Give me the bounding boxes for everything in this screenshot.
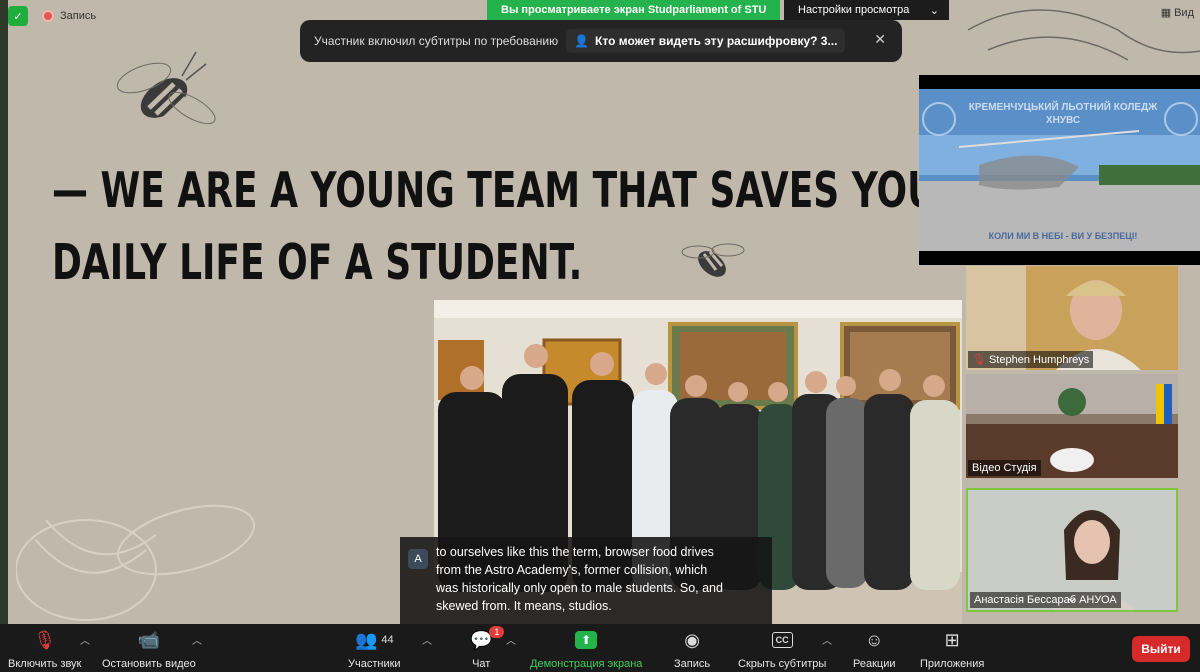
- unmute-label: Включить звук: [8, 658, 82, 670]
- reactions-button[interactable]: ☺ Реакции: [853, 628, 896, 671]
- hide-captions-label: Скрыть субтитры: [738, 658, 827, 670]
- live-subtitles-box: A to ourselves like this the term, brows…: [400, 537, 772, 625]
- participants-button[interactable]: 👥 44 Участники: [348, 628, 401, 671]
- bee-drawing-top-left: [116, 51, 216, 125]
- participant-name: Анастасія Бессараб АНУОА: [974, 594, 1117, 606]
- record-label: Запись: [674, 658, 711, 670]
- share-screen-icon: ⬆: [575, 628, 598, 652]
- chevron-up-icon[interactable]: ︿: [192, 632, 202, 647]
- slide-headline-line-2: DAILY LIFE OF A STUDENT.: [52, 236, 583, 292]
- subtitle-line: was historically only open to male stude…: [436, 581, 723, 595]
- participants-label: Участники: [348, 658, 401, 670]
- smiley-add-icon: ☺: [865, 629, 884, 650]
- participant-name: Stephen Humphreys: [988, 353, 1090, 366]
- apps-label: Приложения: [920, 658, 985, 670]
- captions-notification-toast: Участник включил субтитры по требованию …: [300, 20, 902, 62]
- share-screen-label: Демонстрация экрана: [530, 658, 643, 670]
- subtitle-line: from the Astro Academy's, former collisi…: [436, 563, 708, 577]
- share-screen-button[interactable]: ⬆ Демонстрация экрана: [530, 628, 642, 670]
- chat-unread-badge: 1: [489, 626, 505, 638]
- chevron-down-icon: ⌄: [929, 4, 939, 17]
- grid-view-icon: ▦: [1160, 7, 1172, 19]
- view-button-label: Вид: [1174, 6, 1194, 19]
- subtitle-line: skewed from. It means, studios.: [436, 599, 612, 613]
- participant-tile-active[interactable]: Анастасія Бессараб АНУОА ⌄: [966, 488, 1178, 612]
- bee-drawing-center: [681, 243, 745, 277]
- transcript-visibility-label: Кто может видеть эту расшифровку? 3...: [595, 34, 838, 48]
- college-banner-text: КРЕМЕНЧУЦЬКИЙ ЛЬОТНИЙ КОЛЕДЖ ХНУВС: [968, 102, 1158, 126]
- participant-name-tag: 🎙 Stephen Humphreys: [968, 351, 1094, 368]
- apps-button[interactable]: ⊞ Приложения: [920, 628, 985, 671]
- leave-meeting-button[interactable]: Выйти: [1132, 636, 1190, 662]
- stop-video-button[interactable]: 📹 Остановить видео: [102, 628, 196, 671]
- participant-tile[interactable]: 🎙 Stephen Humphreys: [966, 266, 1178, 370]
- record-button[interactable]: ◉ Запись: [674, 628, 711, 671]
- college-slogan-text: КОЛИ МИ В НЕБІ - ВИ У БЕЗПЕЦІ!: [988, 231, 1138, 241]
- meeting-controls-toolbar: 🎙 Включить звук ︿ 📹 Остановить видео ︿ 👥…: [0, 624, 1200, 672]
- view-button[interactable]: ▦ Вид: [1160, 6, 1194, 20]
- record-icon: ◉: [684, 629, 700, 650]
- bee-drawing-bottom-left: [16, 504, 256, 621]
- screen-share-banner: Вы просматриваете экран Studparliament o…: [487, 0, 781, 20]
- chevron-up-icon[interactable]: ︿: [80, 632, 90, 647]
- reactions-label: Реакции: [853, 658, 896, 670]
- captions-icon-wrap: CC: [771, 628, 793, 652]
- chevron-up-icon[interactable]: ︿: [422, 632, 432, 647]
- speaker-avatar: A: [408, 549, 428, 569]
- microphone-muted-icon: 🎙: [972, 354, 986, 366]
- people-icon: 👤: [574, 34, 590, 48]
- recording-indicator[interactable]: Запись: [42, 10, 96, 22]
- view-settings-label: Настройки просмотра: [798, 4, 910, 16]
- chevron-down-icon[interactable]: ⌄: [1066, 589, 1078, 606]
- participant-tile[interactable]: Відео Студія: [966, 374, 1178, 478]
- active-speaker-video[interactable]: КРЕМЕНЧУЦЬКИЙ ЛЬОТНИЙ КОЛЕДЖ ХНУВС КОЛИ …: [919, 75, 1200, 265]
- video-camera-icon: 📹: [137, 629, 161, 650]
- close-icon[interactable]: ✕: [874, 31, 886, 48]
- participant-name: Відео Студія: [972, 462, 1037, 474]
- participant-name-tag: Відео Студія: [968, 460, 1041, 476]
- transcript-visibility-link[interactable]: 👤 Кто может видеть эту расшифровку? 3...: [566, 29, 846, 53]
- encryption-shield-icon[interactable]: ✓: [8, 6, 28, 26]
- participants-icon-group: 👥 44: [355, 628, 394, 652]
- people-icon: 👥: [354, 629, 378, 650]
- zoom-window: — WE ARE A YOUNG TEAM THAT SAVES YOU FRO…: [0, 0, 1200, 672]
- chevron-up-icon[interactable]: ︿: [506, 632, 516, 647]
- participant-name-tag: Анастасія Бессараб АНУОА: [970, 592, 1121, 608]
- chat-button[interactable]: 💬 1 Чат: [470, 626, 505, 670]
- recording-dot-icon: [42, 10, 54, 22]
- recording-label: Запись: [60, 10, 97, 22]
- microphone-muted-icon: 🎙: [33, 629, 57, 650]
- participants-count: 44: [381, 634, 394, 646]
- stop-video-label: Остановить видео: [102, 658, 196, 670]
- meeting-status-area: ✓ Запись: [8, 6, 96, 26]
- apps-grid-icon: ⊞: [944, 629, 960, 650]
- toast-message: Участник включил субтитры по требованию: [314, 34, 559, 48]
- chat-icon-wrap: 💬 1: [470, 626, 505, 652]
- unmute-button[interactable]: 🎙 Включить звук: [8, 628, 82, 671]
- subtitle-line: to ourselves like this the term, browser…: [436, 545, 714, 559]
- view-settings-dropdown[interactable]: Настройки просмотра ⌄: [784, 0, 949, 20]
- closed-captions-icon: CC: [771, 632, 793, 648]
- hide-captions-button[interactable]: CC Скрыть субтитры: [738, 628, 826, 670]
- chat-label: Чат: [472, 658, 491, 670]
- chevron-up-icon[interactable]: ︿: [822, 632, 832, 647]
